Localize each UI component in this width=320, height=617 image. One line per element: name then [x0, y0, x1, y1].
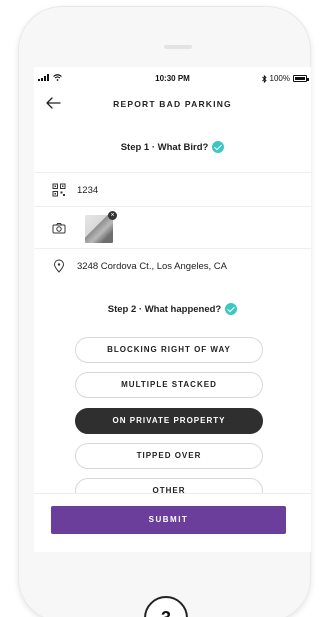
qr-code-icon [52, 183, 66, 197]
status-right: 100% [261, 74, 309, 83]
option-tipped-over[interactable]: TIPPED OVER [75, 443, 263, 469]
battery-icon [293, 75, 309, 82]
option-on-private-property[interactable]: ON PRIVATE PROPERTY [75, 408, 263, 434]
photo-row[interactable]: × [34, 206, 311, 248]
step1-label: Step 1 · What Bird? [120, 142, 209, 153]
page-title: REPORT BAD PARKING [113, 99, 232, 109]
check-icon [225, 303, 238, 315]
battery-percent: 100% [269, 74, 290, 83]
location-row[interactable]: 3248 Cordova Ct., Los Angeles, CA [34, 248, 311, 282]
bird-id-row[interactable]: 1234 [34, 172, 311, 206]
camera-icon [52, 223, 66, 234]
bottom-bar: SUBMIT [34, 493, 311, 552]
step2-heading: Step 2 · What happened? [34, 303, 311, 315]
check-icon [212, 141, 225, 153]
option-multiple-stacked[interactable]: MULTIPLE STACKED [75, 372, 263, 398]
submit-button[interactable]: SUBMIT [51, 506, 286, 534]
step1-heading: Step 1 · What Bird? [34, 141, 311, 153]
address: 3248 Cordova Ct., Los Angeles, CA [77, 261, 227, 272]
bird-id: 1234 [77, 185, 99, 196]
nav-bar: REPORT BAD PARKING [34, 89, 311, 117]
stage: 10:30 PM 100% REPORT BAD PARKING Step 1 … [0, 0, 311, 617]
step2-label: Step 2 · What happened? [107, 304, 222, 315]
scooter-photo-thumbnail[interactable]: × [85, 211, 117, 243]
option-blocking-right-of-way[interactable]: BLOCKING RIGHT OF WAY [75, 337, 263, 363]
remove-photo-icon[interactable]: × [108, 211, 117, 220]
status-bar: 10:30 PM 100% [34, 67, 311, 89]
phone-speaker [164, 45, 192, 49]
app-screen: 10:30 PM 100% REPORT BAD PARKING Step 1 … [34, 67, 311, 552]
location-pin-icon [53, 259, 65, 273]
bluetooth-icon [261, 74, 267, 83]
